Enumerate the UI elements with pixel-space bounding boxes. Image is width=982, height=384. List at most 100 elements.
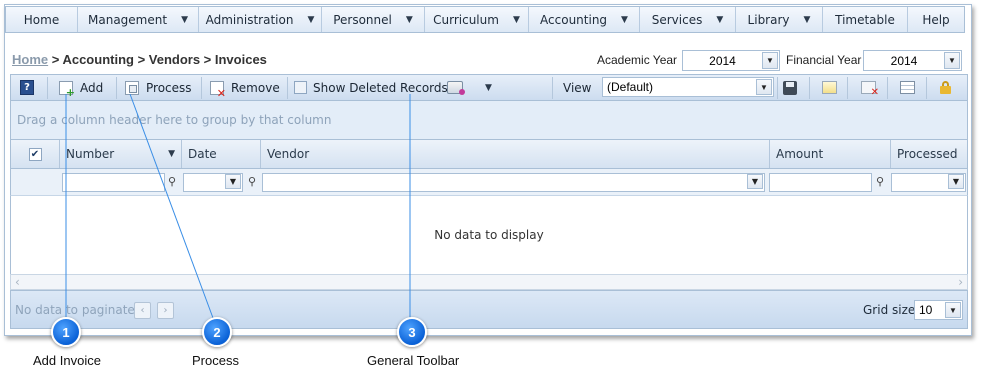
menu-home[interactable]: Home — [6, 7, 78, 32]
process-icon — [125, 80, 139, 95]
menu-management[interactable]: Management ▼ — [78, 7, 199, 32]
remove-button[interactable]: ✕ Remove — [210, 75, 280, 100]
menu-label: Library — [747, 12, 790, 27]
chevron-down-icon: ▼ — [716, 14, 724, 25]
checkbox-icon[interactable] — [294, 81, 307, 94]
column-label: Amount — [776, 147, 824, 161]
pager-text: No data to paginate — [15, 303, 135, 317]
view-select[interactable]: (Default) ▼ — [602, 77, 774, 97]
columns-icon — [900, 81, 915, 94]
help-icon: ? — [20, 80, 34, 95]
menu-personnel[interactable]: Personnel ▼ — [322, 7, 425, 32]
grid-size-label: Grid size: — [863, 303, 920, 317]
column-number[interactable]: Number ▼ — [60, 140, 182, 168]
breadcrumb: Home > Accounting > Vendors > Invoices — [12, 52, 267, 67]
remove-icon: ✕ — [210, 80, 226, 99]
vendor-filter-select[interactable]: ▼ — [262, 173, 765, 192]
filter-key-icon[interactable]: ⚲ — [168, 175, 176, 188]
grid-size-select[interactable]: 10 ▼ — [914, 300, 963, 320]
save-view-button[interactable] — [783, 75, 797, 100]
chevron-down-icon: ▼ — [512, 14, 520, 25]
view-value: (Default) — [607, 80, 654, 94]
chevron-down-icon: ▼ — [485, 82, 492, 93]
callout-2-badge: 2 — [202, 317, 232, 347]
menu-curriculum[interactable]: Curriculum ▼ — [425, 7, 529, 32]
menu-label: Accounting — [540, 12, 608, 27]
financial-year-label: Financial Year — [786, 53, 862, 67]
delete-view-icon: ✕ — [861, 81, 879, 98]
empty-grid-message: No data to display — [10, 196, 968, 274]
process-button[interactable]: Process — [125, 75, 192, 100]
chevron-down-icon[interactable]: ▼ — [762, 52, 778, 69]
prev-page-icon[interactable]: ‹ — [134, 302, 151, 319]
menu-label: Management — [88, 12, 168, 27]
chevron-down-icon[interactable]: ▼ — [948, 174, 964, 189]
chevron-down-icon[interactable]: ▼ — [944, 52, 960, 69]
chevron-down-icon: ▼ — [405, 14, 413, 25]
chevron-down-icon: ▼ — [307, 14, 315, 25]
column-label: Vendor — [267, 147, 310, 161]
date-filter-input[interactable]: ▼ — [183, 173, 243, 192]
breadcrumb-home-link[interactable]: Home — [12, 52, 48, 67]
chevron-down-icon[interactable]: ▼ — [747, 174, 763, 189]
column-vendor[interactable]: Vendor — [261, 140, 770, 168]
remove-label: Remove — [231, 80, 280, 95]
menu-services[interactable]: Services ▼ — [640, 7, 736, 32]
menu-label: Personnel — [333, 12, 392, 27]
callout-3-badge: 3 — [397, 317, 427, 347]
scroll-left-icon[interactable]: ‹ — [15, 275, 20, 289]
horizontal-scrollbar[interactable]: ‹ › — [10, 274, 968, 290]
next-page-icon[interactable]: › — [157, 302, 174, 319]
callout-1-label: Add Invoice — [33, 353, 101, 368]
menu-library[interactable]: Library ▼ — [736, 7, 823, 32]
empty-text: No data to display — [434, 228, 544, 242]
menu-label: Home — [23, 12, 60, 27]
show-deleted-checkbox[interactable]: Show Deleted Records — [294, 75, 448, 100]
column-label: Date — [188, 147, 217, 161]
chevron-down-icon[interactable]: ▼ — [225, 174, 241, 189]
group-panel[interactable]: Drag a column header here to group by th… — [10, 101, 968, 139]
chevron-down-icon[interactable]: ▼ — [756, 79, 772, 95]
menu-label: Timetable — [835, 12, 895, 27]
column-label: Processed — [897, 147, 958, 161]
menu-help[interactable]: Help — [908, 7, 964, 32]
number-filter-input[interactable] — [62, 173, 165, 192]
amount-filter-input[interactable] — [769, 173, 872, 192]
pager: No data to paginate ‹ › Grid size: 10 ▼ — [10, 290, 968, 329]
chevron-down-icon[interactable]: ▼ — [945, 302, 961, 318]
lock-button[interactable] — [940, 75, 951, 100]
menu-timetable[interactable]: Timetable — [823, 7, 908, 32]
chevron-down-icon[interactable]: ▼ — [168, 149, 175, 159]
new-view-button[interactable] — [822, 75, 837, 100]
print-menu-button[interactable]: ▼ — [447, 75, 492, 100]
select-all-checkbox[interactable]: ✔ — [11, 140, 60, 168]
filter-key-icon[interactable]: ⚲ — [248, 175, 256, 188]
column-amount[interactable]: Amount — [770, 140, 891, 168]
menu-accounting[interactable]: Accounting ▼ — [529, 7, 640, 32]
chevron-down-icon: ▼ — [181, 14, 188, 25]
callout-3-label: General Toolbar — [367, 353, 460, 368]
financial-year-value: 2014 — [890, 53, 918, 68]
add-icon: + — [59, 80, 75, 98]
column-processed[interactable]: Processed — [891, 140, 967, 168]
academic-year-select[interactable]: 2014 ▼ — [682, 50, 780, 71]
processed-filter-select[interactable]: ▼ — [891, 173, 966, 192]
breadcrumb-path: > Accounting > Vendors > Invoices — [48, 52, 267, 67]
academic-year-value: 2014 — [709, 53, 736, 68]
add-label: Add — [80, 80, 104, 95]
column-date[interactable]: Date — [182, 140, 261, 168]
columns-button[interactable] — [900, 75, 915, 100]
column-label: Number — [66, 147, 115, 161]
menu-administration[interactable]: Administration ▼ — [199, 7, 322, 32]
delete-view-button[interactable]: ✕ — [861, 75, 879, 100]
scroll-right-icon[interactable]: › — [958, 275, 963, 289]
check-icon: ✔ — [28, 147, 42, 161]
financial-year-select[interactable]: 2014 ▼ — [863, 50, 962, 71]
help-button[interactable]: ? — [20, 75, 34, 100]
add-button[interactable]: + Add — [59, 75, 103, 100]
main-menu: Home Management ▼ Administration ▼ Personn… — [5, 6, 965, 33]
printer-icon — [447, 81, 465, 95]
filter-key-icon[interactable]: ⚲ — [876, 175, 884, 188]
filter-row: ⚲ ▼ ⚲ ▼ ⚲ ▼ — [10, 169, 968, 196]
save-icon — [783, 80, 797, 95]
